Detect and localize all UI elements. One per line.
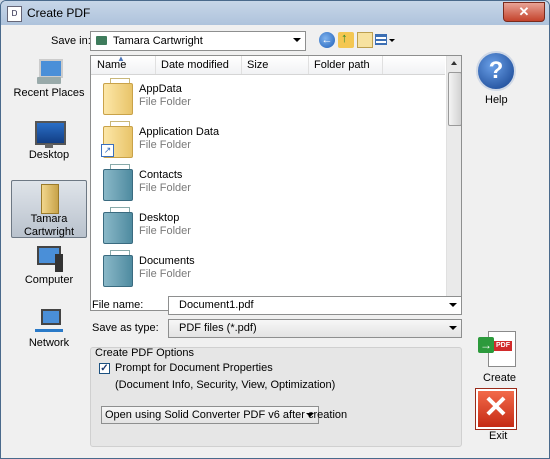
title-bar: D Create PDF ✕ [1,1,549,25]
contacts-folder-icon [101,163,133,201]
group-title: Create PDF Options [95,347,195,359]
file-list[interactable]: Name ▲ Date modified Size Folder path Ap… [90,55,462,311]
file-name: Documents [139,255,195,267]
exit-button[interactable]: ✕ [475,388,517,430]
create-pdf-dialog: D Create PDF ✕ Save in: Tamara Cartwrigh… [0,0,550,459]
save-as-type-value: PDF files (*.pdf) [179,322,257,334]
file-type: File Folder [139,182,191,194]
desktop-folder-icon [101,206,133,244]
column-separator[interactable] [155,56,156,74]
dialog-body: Save in: Tamara Cartwright ← Recent Plac… [7,25,543,452]
place-label: Recent Places [13,87,85,99]
folder-icon: ↗ [101,120,133,158]
scroll-up-button[interactable] [447,56,461,71]
sort-up-icon: ▲ [117,55,125,63]
prompt-properties-checkbox[interactable]: ✓ [99,363,110,374]
place-user-folder[interactable]: Tamara Cartwright [11,180,87,238]
app-icon: D [7,6,22,22]
scroll-thumb[interactable] [448,72,461,126]
file-name: AppData [139,83,182,95]
file-type: File Folder [139,139,191,151]
file-name-field[interactable]: Document1.pdf [168,296,462,315]
close-button[interactable]: ✕ [503,2,545,22]
view-grid-icon [375,34,387,45]
file-name: Contacts [139,169,183,181]
save-as-type-label: Save as type: [92,322,159,334]
list-item[interactable]: Desktop File Folder [91,203,445,246]
open-using-dropdown[interactable]: Open using Solid Converter PDF v6 after … [101,406,347,424]
window-title: Create PDF [27,6,91,20]
file-name: Desktop [139,212,180,224]
folder-icon [101,77,133,115]
file-type: File Folder [139,225,191,237]
exit-label[interactable]: Exit [489,430,507,442]
place-recent-places[interactable]: Recent Places [11,57,87,103]
chevron-down-icon [293,38,301,42]
column-size[interactable]: Size [247,59,268,71]
new-folder-icon[interactable] [357,32,373,48]
create-pdf-options-group: Create PDF Options ✓ Prompt for Document… [90,347,462,447]
column-separator[interactable] [241,56,242,74]
network-icon [33,307,65,337]
pdf-mark: PDF [494,341,512,351]
place-label: Tamara Cartwright [23,213,75,238]
places-bar: Recent Places Desktop Tamara Cartwright … [11,53,87,353]
file-name-value: Document1.pdf [179,299,254,311]
chevron-down-icon [306,413,314,417]
place-desktop[interactable]: Desktop [11,119,87,165]
list-item[interactable]: Documents File Folder [91,246,445,289]
list-item[interactable]: AppData File Folder [91,74,445,117]
documents-folder-icon [101,249,133,287]
help-label[interactable]: Help [485,94,508,106]
place-label: Network [28,337,70,349]
arrow-right-icon: → [478,337,494,353]
save-in-value: Tamara Cartwright [113,35,203,47]
view-menu-icon[interactable] [375,32,395,48]
file-name-label: File name: [92,299,144,311]
chevron-down-icon [389,39,395,42]
file-name: Application Data [139,126,220,138]
computer-icon [33,244,65,274]
back-icon[interactable]: ← [319,32,335,48]
list-item[interactable]: ↗ Application Data File Folder [91,117,445,160]
file-type: File Folder [139,96,191,108]
column-separator[interactable] [382,56,383,74]
desktop-icon [33,119,66,149]
place-label: Computer [24,274,74,286]
up-folder-icon[interactable] [338,30,354,48]
create-button[interactable]: PDF → [476,329,516,369]
folder-icon [96,36,107,45]
prompt-properties-label[interactable]: Prompt for Document Properties [115,362,273,374]
vertical-scrollbar[interactable] [446,56,461,310]
column-separator[interactable] [308,56,309,74]
column-date-modified[interactable]: Date modified [161,59,229,71]
shortcut-arrow-icon: ↗ [101,144,114,157]
place-label: Desktop [28,149,70,161]
column-folder-path[interactable]: Folder path [314,59,370,71]
save-in-dropdown[interactable]: Tamara Cartwright [90,31,306,51]
chevron-down-icon [449,326,457,330]
file-type: File Folder [139,268,191,280]
chevron-down-icon[interactable] [449,303,457,307]
prompt-properties-description: (Document Info, Security, View, Optimiza… [115,379,336,391]
save-in-label: Save in: [51,35,91,47]
place-computer[interactable]: Computer [11,244,87,290]
user-folder-icon [33,183,65,214]
save-as-type-dropdown[interactable]: PDF files (*.pdf) [168,319,462,338]
column-header: Name ▲ Date modified Size Folder path [91,56,445,75]
create-label[interactable]: Create [483,372,516,384]
help-button[interactable]: ? [476,51,516,91]
place-network[interactable]: Network [11,307,87,353]
recent-places-icon [33,57,65,87]
list-item[interactable]: Contacts File Folder [91,160,445,203]
